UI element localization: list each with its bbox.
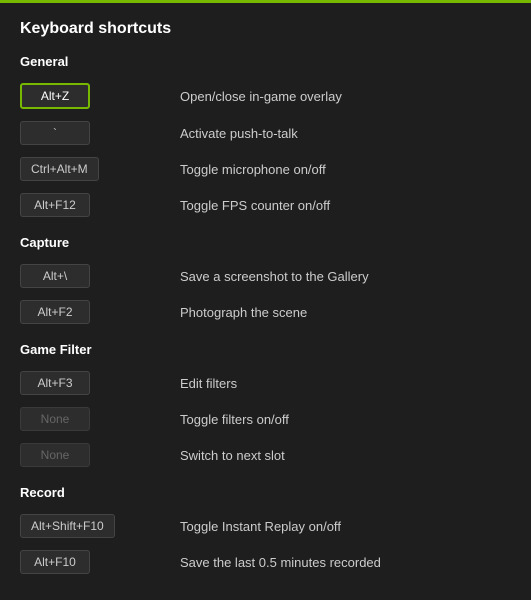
key-badge[interactable]: Alt+F12 <box>20 193 90 217</box>
key-badge[interactable]: Alt+Z <box>20 83 90 109</box>
top-accent-bar <box>0 0 531 3</box>
section-title-general: General <box>20 54 531 69</box>
key-cell: Alt+F12 <box>20 193 160 217</box>
action-label: Toggle FPS counter on/off <box>180 198 330 213</box>
key-cell: ` <box>20 121 160 145</box>
section-title-capture: Capture <box>20 235 531 250</box>
action-label: Open/close in-game overlay <box>180 89 342 104</box>
shortcut-row: Alt+F10 Save the last 0.5 minutes recorde… <box>20 544 531 580</box>
key-badge[interactable]: None <box>20 443 90 467</box>
section-title-game-filter: Game Filter <box>20 342 531 357</box>
key-cell: None <box>20 407 160 431</box>
key-badge[interactable]: Alt+\ <box>20 264 90 288</box>
action-label: Toggle Instant Replay on/off <box>180 519 341 534</box>
key-cell: Alt+\ <box>20 264 160 288</box>
key-badge[interactable]: Alt+Shift+F10 <box>20 514 115 538</box>
key-badge[interactable]: ` <box>20 121 90 145</box>
shortcut-row: Alt+F12 Toggle FPS counter on/off <box>20 187 531 223</box>
shortcut-row: Alt+Z Open/close in-game overlay <box>20 77 531 115</box>
key-badge[interactable]: Alt+F3 <box>20 371 90 395</box>
key-cell: None <box>20 443 160 467</box>
shortcut-row: Alt+\ Save a screenshot to the Gallery <box>20 258 531 294</box>
page-title: Keyboard shortcuts <box>20 20 531 38</box>
action-label: Photograph the scene <box>180 305 307 320</box>
shortcut-row: Ctrl+Alt+M Toggle microphone on/off <box>20 151 531 187</box>
key-cell: Alt+F10 <box>20 550 160 574</box>
shortcut-row: None Toggle filters on/off <box>20 401 531 437</box>
key-badge[interactable]: None <box>20 407 90 431</box>
shortcut-row: Alt+F3 Edit filters <box>20 365 531 401</box>
shortcut-row: None Switch to next slot <box>20 437 531 473</box>
action-label: Activate push-to-talk <box>180 126 298 141</box>
action-label: Save a screenshot to the Gallery <box>180 269 369 284</box>
shortcut-row: Alt+F2 Photograph the scene <box>20 294 531 330</box>
key-badge[interactable]: Alt+F2 <box>20 300 90 324</box>
action-label: Save the last 0.5 minutes recorded <box>180 555 381 570</box>
sections-container: General Alt+Z Open/close in-game overlay ` A… <box>20 54 531 588</box>
main-container: Keyboard shortcuts General Alt+Z Open/clos… <box>0 0 531 600</box>
key-cell: Alt+F2 <box>20 300 160 324</box>
key-cell: Ctrl+Alt+M <box>20 157 160 181</box>
section-title-record: Record <box>20 485 531 500</box>
action-label: Toggle microphone on/off <box>180 162 326 177</box>
shortcut-row: Alt+Shift+F10 Toggle Instant Replay on/of… <box>20 508 531 544</box>
action-label: Switch to next slot <box>180 448 285 463</box>
action-label: Edit filters <box>180 376 237 391</box>
key-badge[interactable]: Alt+F10 <box>20 550 90 574</box>
key-cell: Alt+Shift+F10 <box>20 514 160 538</box>
action-label: Toggle filters on/off <box>180 412 289 427</box>
shortcut-row: ` Activate push-to-talk <box>20 115 531 151</box>
key-cell: Alt+F3 <box>20 371 160 395</box>
key-badge[interactable]: Ctrl+Alt+M <box>20 157 99 181</box>
key-cell: Alt+Z <box>20 83 160 109</box>
